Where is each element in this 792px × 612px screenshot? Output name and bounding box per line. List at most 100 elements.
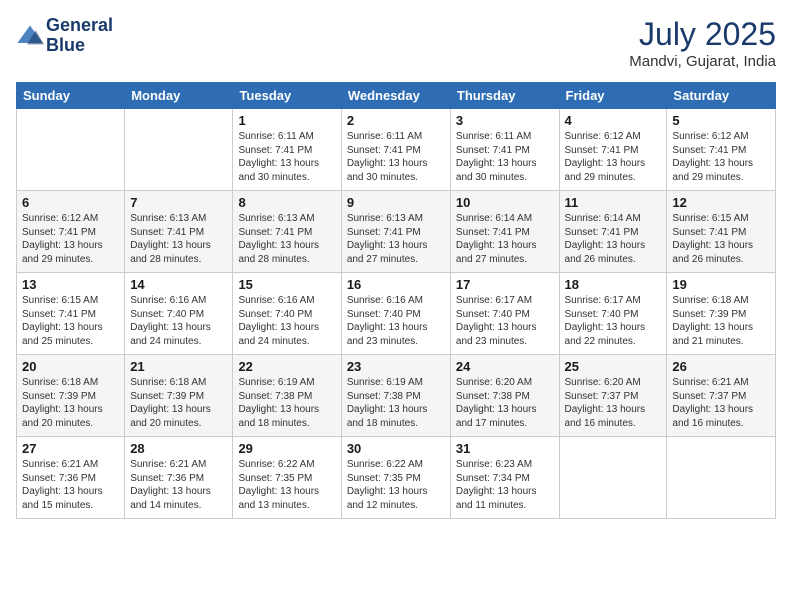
calendar-cell: 27 Sunrise: 6:21 AM Sunset: 7:36 PM Dayli…: [17, 437, 125, 519]
day-info: Sunrise: 6:15 AM Sunset: 7:41 PM Dayligh…: [672, 212, 770, 266]
calendar-cell: 29 Sunrise: 6:22 AM Sunset: 7:35 PM Dayli…: [233, 437, 341, 519]
day-number: 13: [22, 277, 119, 292]
day-info: Sunrise: 6:22 AM Sunset: 7:35 PM Dayligh…: [347, 458, 445, 512]
calendar-cell: 6Sunrise: 6:12 AM Sunset: 7:41 PM Daylig…: [17, 191, 125, 273]
day-info: Sunrise: 6:18 AM Sunset: 7:39 PM Dayligh…: [672, 294, 770, 348]
day-number: 26: [672, 359, 770, 374]
calendar-table: SundayMondayTuesdayWednesdayThursdayFrid…: [16, 82, 776, 519]
month-title: July 2025: [629, 16, 776, 53]
column-header-tuesday: Tuesday: [233, 83, 341, 109]
day-number: 27: [22, 441, 119, 456]
calendar-cell: 25 Sunrise: 6:20 AM Sunset: 7:37 PM Dayli…: [559, 355, 667, 437]
day-number: 18: [565, 277, 662, 292]
calendar-cell: 12 Sunrise: 6:15 AM Sunset: 7:41 PM Dayli…: [667, 191, 776, 273]
calendar-cell: 20 Sunrise: 6:18 AM Sunset: 7:39 PM Dayli…: [17, 355, 125, 437]
calendar-cell: 16 Sunrise: 6:16 AM Sunset: 7:40 PM Dayli…: [341, 273, 450, 355]
calendar-cell: 17 Sunrise: 6:17 AM Sunset: 7:40 PM Dayli…: [450, 273, 559, 355]
calendar-week-row: 6Sunrise: 6:12 AM Sunset: 7:41 PM Daylig…: [17, 191, 776, 273]
day-number: 16: [347, 277, 445, 292]
calendar-cell: [559, 437, 667, 519]
day-number: 2: [347, 113, 445, 128]
calendar-cell: 11Sunrise: 6:14 AM Sunset: 7:41 PM Dayli…: [559, 191, 667, 273]
calendar-cell: 22 Sunrise: 6:19 AM Sunset: 7:38 PM Dayli…: [233, 355, 341, 437]
calendar-cell: 23 Sunrise: 6:19 AM Sunset: 7:38 PM Dayli…: [341, 355, 450, 437]
calendar-week-row: 1Sunrise: 6:11 AM Sunset: 7:41 PM Daylig…: [17, 109, 776, 191]
day-number: 28: [130, 441, 227, 456]
day-info: Sunrise: 6:23 AM Sunset: 7:34 PM Dayligh…: [456, 458, 554, 512]
day-info: Sunrise: 6:16 AM Sunset: 7:40 PM Dayligh…: [347, 294, 445, 348]
day-info: Sunrise: 6:21 AM Sunset: 7:36 PM Dayligh…: [22, 458, 119, 512]
calendar-cell: 28 Sunrise: 6:21 AM Sunset: 7:36 PM Dayli…: [125, 437, 233, 519]
day-info: Sunrise: 6:14 AM Sunset: 7:41 PM Dayligh…: [456, 212, 554, 266]
day-info: Sunrise: 6:13 AM Sunset: 7:41 PM Dayligh…: [130, 212, 227, 266]
column-header-wednesday: Wednesday: [341, 83, 450, 109]
header: General Blue July 2025 Mandvi, Gujarat, …: [16, 16, 776, 70]
day-info: Sunrise: 6:11 AM Sunset: 7:41 PM Dayligh…: [347, 130, 445, 184]
day-number: 23: [347, 359, 445, 374]
day-number: 19: [672, 277, 770, 292]
title-block: July 2025 Mandvi, Gujarat, India: [629, 16, 776, 70]
calendar-cell: 8Sunrise: 6:13 AM Sunset: 7:41 PM Daylig…: [233, 191, 341, 273]
day-info: Sunrise: 6:20 AM Sunset: 7:38 PM Dayligh…: [456, 376, 554, 430]
calendar-cell: 18Sunrise: 6:17 AM Sunset: 7:40 PM Dayli…: [559, 273, 667, 355]
day-number: 14: [130, 277, 227, 292]
day-info: Sunrise: 6:15 AM Sunset: 7:41 PM Dayligh…: [22, 294, 119, 348]
calendar-cell: 10 Sunrise: 6:14 AM Sunset: 7:41 PM Dayli…: [450, 191, 559, 273]
column-header-monday: Monday: [125, 83, 233, 109]
day-info: Sunrise: 6:12 AM Sunset: 7:41 PM Dayligh…: [22, 212, 119, 266]
day-number: 22: [238, 359, 335, 374]
day-info: Sunrise: 6:18 AM Sunset: 7:39 PM Dayligh…: [22, 376, 119, 430]
day-number: 24: [456, 359, 554, 374]
calendar-cell: 1Sunrise: 6:11 AM Sunset: 7:41 PM Daylig…: [233, 109, 341, 191]
day-number: 9: [347, 195, 445, 210]
day-info: Sunrise: 6:14 AM Sunset: 7:41 PM Dayligh…: [565, 212, 662, 266]
day-info: Sunrise: 6:18 AM Sunset: 7:39 PM Dayligh…: [130, 376, 227, 430]
day-info: Sunrise: 6:22 AM Sunset: 7:35 PM Dayligh…: [238, 458, 335, 512]
column-header-friday: Friday: [559, 83, 667, 109]
calendar-cell: 30 Sunrise: 6:22 AM Sunset: 7:35 PM Dayli…: [341, 437, 450, 519]
calendar-cell: 14Sunrise: 6:16 AM Sunset: 7:40 PM Dayli…: [125, 273, 233, 355]
day-number: 21: [130, 359, 227, 374]
day-info: Sunrise: 6:11 AM Sunset: 7:41 PM Dayligh…: [238, 130, 335, 184]
calendar-header-row: SundayMondayTuesdayWednesdayThursdayFrid…: [17, 83, 776, 109]
day-number: 7: [130, 195, 227, 210]
calendar-cell: 7 Sunrise: 6:13 AM Sunset: 7:41 PM Daylig…: [125, 191, 233, 273]
logo: General Blue: [16, 16, 113, 56]
calendar-cell: [125, 109, 233, 191]
calendar-cell: 31Sunrise: 6:23 AM Sunset: 7:34 PM Dayli…: [450, 437, 559, 519]
day-number: 8: [238, 195, 335, 210]
calendar-week-row: 27 Sunrise: 6:21 AM Sunset: 7:36 PM Dayli…: [17, 437, 776, 519]
day-info: Sunrise: 6:19 AM Sunset: 7:38 PM Dayligh…: [238, 376, 335, 430]
day-number: 25: [565, 359, 662, 374]
page-container: General Blue July 2025 Mandvi, Gujarat, …: [0, 0, 792, 529]
day-info: Sunrise: 6:20 AM Sunset: 7:37 PM Dayligh…: [565, 376, 662, 430]
calendar-cell: 26 Sunrise: 6:21 AM Sunset: 7:37 PM Dayli…: [667, 355, 776, 437]
day-info: Sunrise: 6:16 AM Sunset: 7:40 PM Dayligh…: [238, 294, 335, 348]
day-info: Sunrise: 6:21 AM Sunset: 7:37 PM Dayligh…: [672, 376, 770, 430]
day-number: 29: [238, 441, 335, 456]
day-number: 20: [22, 359, 119, 374]
location-subtitle: Mandvi, Gujarat, India: [629, 53, 776, 70]
day-info: Sunrise: 6:19 AM Sunset: 7:38 PM Dayligh…: [347, 376, 445, 430]
day-number: 12: [672, 195, 770, 210]
calendar-cell: 2 Sunrise: 6:11 AM Sunset: 7:41 PM Daylig…: [341, 109, 450, 191]
day-number: 17: [456, 277, 554, 292]
column-header-saturday: Saturday: [667, 83, 776, 109]
day-number: 5: [672, 113, 770, 128]
calendar-cell: 3Sunrise: 6:11 AM Sunset: 7:41 PM Daylig…: [450, 109, 559, 191]
day-number: 30: [347, 441, 445, 456]
calendar-cell: 24 Sunrise: 6:20 AM Sunset: 7:38 PM Dayli…: [450, 355, 559, 437]
day-number: 4: [565, 113, 662, 128]
day-info: Sunrise: 6:21 AM Sunset: 7:36 PM Dayligh…: [130, 458, 227, 512]
logo-icon: [16, 22, 44, 50]
day-number: 15: [238, 277, 335, 292]
calendar-cell: 4Sunrise: 6:12 AM Sunset: 7:41 PM Daylig…: [559, 109, 667, 191]
day-number: 3: [456, 113, 554, 128]
column-header-sunday: Sunday: [17, 83, 125, 109]
calendar-week-row: 13 Sunrise: 6:15 AM Sunset: 7:41 PM Dayli…: [17, 273, 776, 355]
day-number: 10: [456, 195, 554, 210]
calendar-cell: 5Sunrise: 6:12 AM Sunset: 7:41 PM Daylig…: [667, 109, 776, 191]
day-info: Sunrise: 6:17 AM Sunset: 7:40 PM Dayligh…: [456, 294, 554, 348]
logo-line1: General: [46, 16, 113, 36]
day-info: Sunrise: 6:13 AM Sunset: 7:41 PM Dayligh…: [347, 212, 445, 266]
